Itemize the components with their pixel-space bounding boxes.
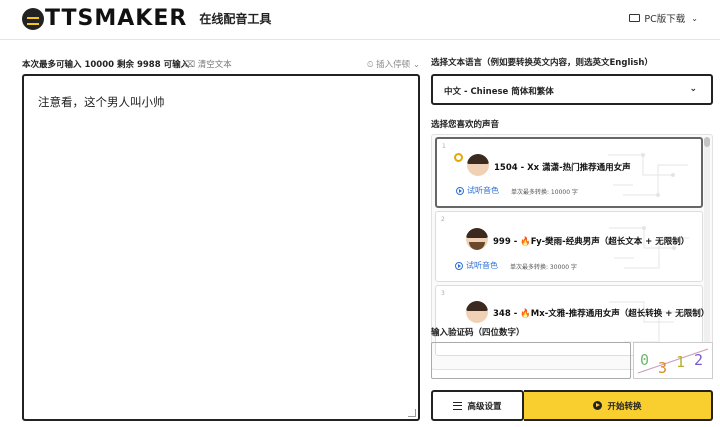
sliders-icon (453, 401, 463, 410)
char-count: 本次最多可输入 10000 剩余 9988 可输入 (22, 60, 190, 70)
voice-label: 选择您喜欢的声音 (431, 120, 500, 130)
captcha-char: 2 (694, 351, 703, 369)
captcha-label: 输入验证码（四位数字） (431, 328, 525, 338)
preview-label: 试听音色 (466, 261, 498, 270)
voice-index: 2 (441, 216, 445, 223)
captcha-code: 0 3 1 2 (637, 348, 709, 377)
voice-limit: 单次最多转换: 10000 字 (511, 189, 578, 196)
monitor-icon (629, 14, 641, 22)
voice-card[interactable]: 1 1504 - Xx 潇潇-热门推荐通用女声 试听音色 单次最多转换: 100… (435, 137, 703, 208)
captcha-image[interactable]: 0 3 1 2 (633, 342, 713, 379)
language-label: 选择文本语言（例如要转换英文内容，则选英文English） (431, 58, 653, 68)
advanced-settings-label: 高级设置 (467, 401, 502, 412)
voice-list-scrollbar[interactable] (704, 137, 710, 367)
voice-card[interactable]: 2 999 - 🔥Fy-樊雨-经典男声（超长文本 + 无限制） 试听音色 单次最… (435, 211, 703, 282)
captcha-char: 0 (640, 351, 649, 369)
insert-pause-label: 插入停顿 (376, 60, 411, 70)
language-select[interactable]: 中文 - Chinese 简体和繁体 ⌄ (431, 74, 713, 105)
captcha-input[interactable] (431, 342, 631, 379)
play-icon (456, 186, 464, 195)
insert-pause-dropdown[interactable]: ⏲ 插入停顿 ⌄ (367, 58, 420, 70)
chevron-down-icon: ⌄ (689, 84, 697, 94)
captcha-char: 1 (676, 353, 685, 371)
clear-text-button[interactable]: ⌫ 清空文本 (183, 58, 232, 70)
app-header: TTSMAKER 在线配音工具 PC版下载 ⌄ (0, 0, 720, 40)
chevron-down-icon: ⌄ (691, 13, 698, 23)
logo-text: TTSMAKER (45, 6, 188, 31)
clear-text-label: 清空文本 (197, 60, 232, 70)
logo-icon (22, 7, 44, 30)
start-convert-button[interactable]: 开始转换 (524, 390, 713, 421)
circuit-decoration-icon (609, 226, 689, 269)
text-input[interactable]: 注意看，这个男人叫小帅 (22, 74, 420, 421)
circuit-decoration-icon (608, 153, 688, 197)
voice-index: 3 (441, 290, 445, 297)
text-input-content: 注意看，这个男人叫小帅 (38, 95, 165, 109)
preview-button[interactable]: 试听音色 (455, 260, 498, 271)
preview-button[interactable]: 试听音色 (456, 185, 499, 196)
voice-avatar (467, 154, 489, 176)
start-convert-label: 开始转换 (607, 401, 642, 412)
voice-limit: 单次最多转换: 30000 字 (510, 264, 577, 271)
pc-download-label: PC版下载 (644, 14, 686, 25)
advanced-settings-button[interactable]: 高级设置 (431, 390, 524, 421)
voice-index: 1 (442, 143, 446, 150)
voice-avatar (466, 228, 488, 250)
voice-avatar (466, 301, 488, 323)
play-icon (593, 401, 603, 410)
pc-download-menu[interactable]: PC版下载 ⌄ (629, 11, 698, 25)
logo-subtitle: 在线配音工具 (199, 12, 272, 26)
scrollbar-thumb[interactable] (704, 137, 710, 147)
settings-panel: 选择文本语言（例如要转换英文内容，则选英文English） 中文 - Chine… (431, 56, 713, 421)
preview-label: 试听音色 (467, 186, 499, 195)
logo[interactable]: TTSMAKER 在线配音工具 (22, 6, 271, 31)
resize-handle[interactable] (408, 409, 416, 417)
captcha-char: 3 (658, 359, 667, 377)
play-icon (455, 261, 463, 270)
selected-radio-icon[interactable] (454, 153, 463, 162)
editor-toolbar: 本次最多可输入 10000 剩余 9988 可输入 ⌫ 清空文本 ⏲ 插入停顿 … (22, 56, 420, 70)
language-selected: 中文 - Chinese 简体和繁体 (444, 87, 554, 97)
